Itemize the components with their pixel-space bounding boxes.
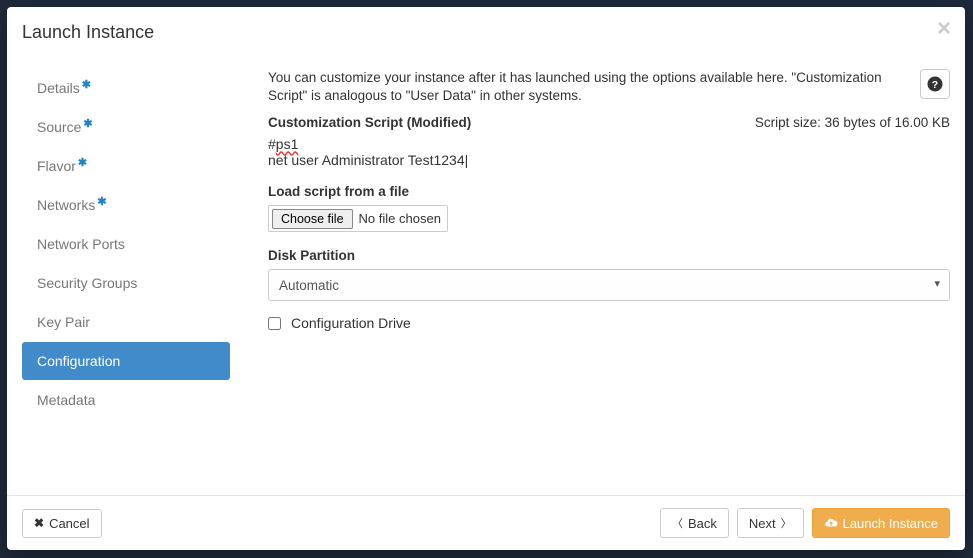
sidebar-item-label: Networks — [37, 197, 95, 213]
launch-label: Launch Instance — [843, 516, 938, 531]
script-label: Customization Script (Modified) — [268, 115, 471, 130]
cancel-button[interactable]: ✖ Cancel — [22, 509, 102, 538]
sidebar-item-label: Network Ports — [37, 236, 125, 252]
required-marker: ✱ — [97, 196, 106, 208]
required-marker: ✱ — [82, 79, 91, 91]
sidebar-item-key-pair[interactable]: Key Pair — [22, 303, 230, 341]
customization-script-input[interactable]: #ps1 net user Administrator Test1234| — [268, 136, 950, 168]
help-button[interactable]: ? — [920, 69, 950, 99]
file-input-row: Choose file No file chosen — [268, 205, 448, 232]
sidebar-item-label: Flavor — [37, 158, 76, 174]
sidebar-item-source[interactable]: Source✱ — [22, 108, 230, 146]
launch-instance-modal: Launch Instance × Details✱ Source✱ Flavo… — [7, 7, 965, 550]
sidebar-item-details[interactable]: Details✱ — [22, 69, 230, 107]
disk-partition-select[interactable]: Automatic — [268, 269, 950, 301]
sidebar-item-networks[interactable]: Networks✱ — [22, 186, 230, 224]
sidebar-item-network-ports[interactable]: Network Ports — [22, 225, 230, 263]
sidebar-item-flavor[interactable]: Flavor✱ — [22, 147, 230, 185]
sidebar-item-label: Key Pair — [37, 314, 90, 330]
sidebar-item-metadata[interactable]: Metadata — [22, 381, 230, 419]
intro-text: You can customize your instance after it… — [268, 69, 908, 105]
required-marker: ✱ — [78, 157, 87, 169]
next-button[interactable]: Next 〉 — [737, 508, 804, 538]
modal-header: Launch Instance × — [7, 7, 965, 55]
configuration-drive-label: Configuration Drive — [291, 315, 411, 331]
svg-text:?: ? — [932, 79, 938, 91]
help-icon: ? — [926, 75, 944, 93]
load-script-label: Load script from a file — [268, 184, 950, 199]
modal-title: Launch Instance — [22, 22, 154, 42]
script-size: Script size: 36 bytes of 16.00 KB — [755, 115, 950, 130]
launch-instance-button[interactable]: Launch Instance — [812, 508, 950, 538]
chevron-right-icon: 〉 — [781, 515, 792, 531]
partition-label: Disk Partition — [268, 248, 950, 263]
sidebar-item-configuration[interactable]: Configuration — [22, 342, 230, 380]
close-icon[interactable]: × — [937, 17, 951, 41]
sidebar-item-label: Details — [37, 80, 80, 96]
cancel-label: Cancel — [49, 516, 89, 531]
next-label: Next — [749, 516, 776, 531]
back-label: Back — [688, 516, 717, 531]
sidebar-item-security-groups[interactable]: Security Groups — [22, 264, 230, 302]
wizard-sidebar: Details✱ Source✱ Flavor✱ Networks✱ Netwo… — [22, 55, 230, 495]
file-status: No file chosen — [359, 211, 441, 226]
modal-footer: ✖ Cancel 〈 Back Next 〉 Launch Instance — [7, 495, 965, 550]
configuration-drive-checkbox[interactable] — [268, 317, 281, 330]
back-button[interactable]: 〈 Back — [660, 508, 729, 538]
choose-file-button[interactable]: Choose file — [272, 209, 353, 229]
cloud-upload-icon — [824, 516, 838, 530]
sidebar-item-label: Source — [37, 119, 81, 135]
sidebar-item-label: Configuration — [37, 353, 120, 369]
x-icon: ✖ — [34, 516, 44, 530]
sidebar-item-label: Security Groups — [37, 275, 137, 291]
chevron-left-icon: 〈 — [672, 515, 683, 531]
sidebar-item-label: Metadata — [37, 392, 95, 408]
required-marker: ✱ — [83, 118, 92, 130]
content-panel: You can customize your instance after it… — [230, 55, 950, 495]
